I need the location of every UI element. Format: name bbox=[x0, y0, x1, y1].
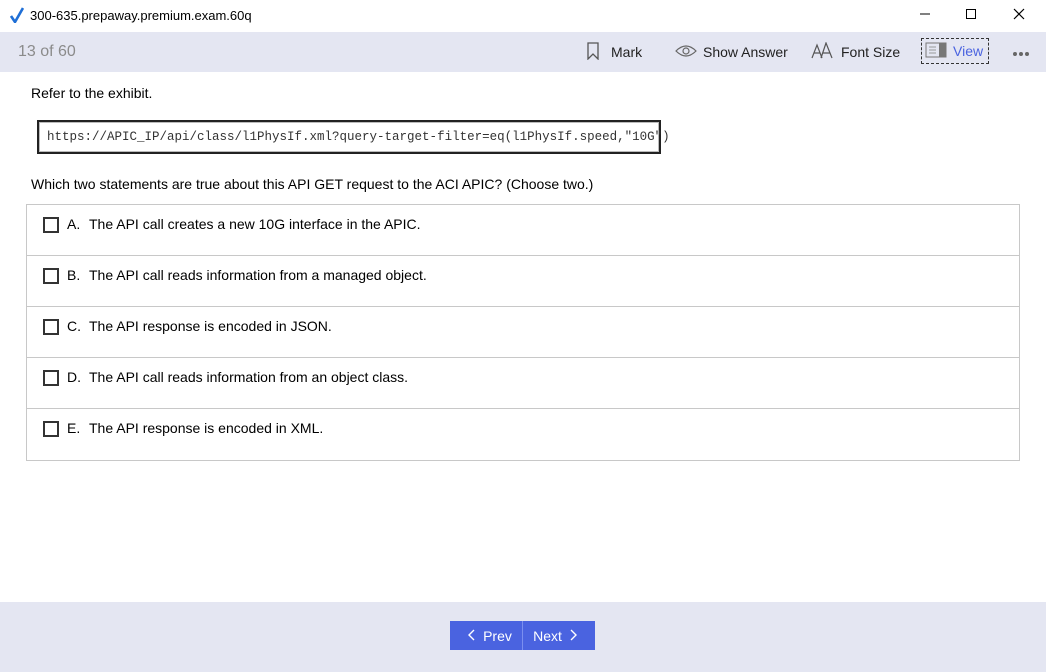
answer-option-e[interactable]: E. The API response is encoded in XML. bbox=[27, 409, 1019, 460]
maximize-button[interactable] bbox=[948, 0, 994, 32]
view-icon bbox=[925, 42, 953, 61]
minimize-button[interactable] bbox=[902, 0, 948, 32]
minimize-icon bbox=[919, 7, 931, 25]
checkmark-logo-icon bbox=[9, 7, 25, 25]
more-options-button[interactable] bbox=[1012, 32, 1038, 72]
option-text: The API response is encoded in JSON. bbox=[89, 318, 332, 334]
next-button[interactable]: Next bbox=[522, 621, 595, 650]
option-letter: A. bbox=[67, 216, 81, 232]
option-text: The API response is encoded in XML. bbox=[89, 420, 324, 436]
answer-option-a[interactable]: A. The API call creates a new 10G interf… bbox=[27, 205, 1019, 256]
close-button[interactable] bbox=[996, 0, 1042, 32]
eye-icon bbox=[675, 44, 703, 61]
show-answer-label: Show Answer bbox=[703, 44, 788, 60]
font-size-label: Font Size bbox=[841, 44, 901, 60]
font-size-icon bbox=[811, 40, 841, 63]
prev-label: Prev bbox=[483, 627, 512, 644]
checkbox[interactable] bbox=[43, 421, 59, 437]
question-counter: 13 of 60 bbox=[18, 43, 76, 60]
answer-option-c[interactable]: C. The API response is encoded in JSON. bbox=[27, 307, 1019, 358]
question-text: Which two statements are true about this… bbox=[31, 176, 594, 192]
window-title: 300-635.prepaway.premium.exam.60q bbox=[30, 8, 252, 23]
checkbox[interactable] bbox=[43, 217, 59, 233]
option-letter: B. bbox=[67, 267, 81, 283]
option-text: The API call reads information from an o… bbox=[89, 369, 409, 385]
checkbox[interactable] bbox=[43, 268, 59, 284]
navigation-footer: Prev Next bbox=[0, 602, 1046, 672]
next-label: Next bbox=[533, 627, 562, 644]
bookmark-icon bbox=[585, 41, 611, 63]
exhibit-text: https://APIC_IP/api/class/l1PhysIf.xml?q… bbox=[47, 130, 670, 144]
exam-toolbar: 13 of 60 Mark Show Answer Font Size View bbox=[0, 32, 1046, 72]
option-letter: E. bbox=[67, 420, 81, 436]
more-icon bbox=[1012, 44, 1038, 60]
exhibit-box: https://APIC_IP/api/class/l1PhysIf.xml?q… bbox=[37, 120, 670, 154]
checkbox[interactable] bbox=[43, 370, 59, 386]
mark-button[interactable]: Mark bbox=[585, 32, 642, 72]
chevron-right-icon bbox=[570, 628, 577, 644]
font-size-button[interactable]: Font Size bbox=[811, 32, 900, 72]
window-titlebar: 300-635.prepaway.premium.exam.60q bbox=[0, 0, 1046, 32]
chevron-left-icon bbox=[468, 628, 475, 644]
answer-options: A. The API call creates a new 10G interf… bbox=[26, 204, 1020, 461]
option-letter: D. bbox=[67, 369, 81, 385]
checkbox[interactable] bbox=[43, 319, 59, 335]
option-text: The API call creates a new 10G interface… bbox=[89, 216, 421, 232]
mark-label: Mark bbox=[611, 44, 643, 60]
show-answer-button[interactable]: Show Answer bbox=[675, 32, 788, 72]
maximize-icon bbox=[965, 7, 977, 25]
prev-button[interactable]: Prev bbox=[450, 621, 522, 650]
question-intro: Refer to the exhibit. bbox=[31, 85, 153, 101]
answer-option-d[interactable]: D. The API call reads information from a… bbox=[27, 358, 1019, 409]
option-letter: C. bbox=[67, 318, 81, 334]
view-button[interactable]: View bbox=[921, 38, 989, 64]
close-icon bbox=[1013, 7, 1025, 25]
option-text: The API call reads information from a ma… bbox=[89, 267, 427, 283]
question-area: Refer to the exhibit. https://APIC_IP/ap… bbox=[0, 72, 1046, 602]
view-label: View bbox=[953, 43, 984, 59]
answer-option-b[interactable]: B. The API call reads information from a… bbox=[27, 256, 1019, 307]
